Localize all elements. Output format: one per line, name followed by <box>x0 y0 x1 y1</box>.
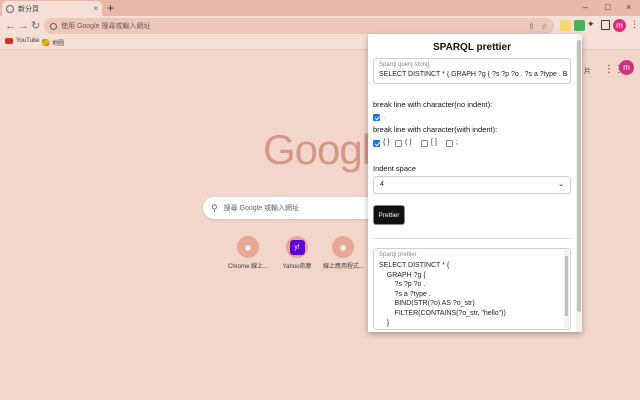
output-text[interactable]: SELECT DISTINCT * { GRAPH ?g { ?s ?p ?o … <box>379 261 506 328</box>
tab-close-icon[interactable]: × <box>93 4 98 13</box>
query-input-field[interactable]: Sparql query string SELECT DISTINCT * { … <box>373 58 571 84</box>
output-line: BIND(STR(?o) AS ?o_str) <box>379 300 475 308</box>
divider <box>373 238 571 239</box>
checkbox-period-label: . <box>383 113 385 120</box>
output-line: SELECT DISTINCT * { <box>379 262 450 269</box>
reload-icon[interactable]: ↻ <box>31 19 40 33</box>
output-label: Sparql prettier <box>379 252 417 258</box>
checkbox-braces-label: { } <box>383 139 390 146</box>
indent-space-select[interactable]: 4 ⌄ <box>373 176 571 194</box>
back-icon[interactable]: ← <box>5 19 16 33</box>
shortcut-web-apps[interactable]: ◉ 線上應用程式... <box>323 236 365 270</box>
break-noindent-label: break line with character(no indent): <box>373 100 493 109</box>
break-indent-label: break line with character(with indent): <box>373 125 498 134</box>
shortcut-label: Yahoo奇摩 <box>282 264 312 270</box>
extensions-puzzle-icon[interactable]: ✦ <box>587 19 595 30</box>
bookmark-youtube[interactable]: YouTube <box>5 38 40 44</box>
ntp-search-placeholder: 搜尋 Google 或輸入網址 <box>223 205 300 212</box>
extension-icon[interactable] <box>560 20 571 31</box>
profile-avatar[interactable]: m <box>613 19 626 32</box>
checkbox-parens[interactable] <box>395 140 402 147</box>
output-field[interactable]: Sparql prettier SELECT DISTINCT * { GRAP… <box>373 248 571 330</box>
chrome-menu-icon[interactable]: ⋮ <box>630 19 639 30</box>
popup-scrollbar[interactable] <box>576 34 582 332</box>
window-close-icon[interactable]: × <box>626 2 631 12</box>
indent-space-value: 4 <box>380 181 384 188</box>
omnibox[interactable]: 使用 Google 搜尋或輸入網址 ⇪ ☆ <box>44 18 554 34</box>
checkbox-parens-label: ( ) <box>405 139 412 146</box>
toolbar: ← → ↻ 使用 Google 搜尋或輸入網址 ⇪ ☆ ✦ m ⋮ <box>0 16 640 36</box>
shortcut-yahoo[interactable]: y! Yahoo奇摩 <box>277 236 317 270</box>
shortcut-chrome-store[interactable]: ◉ Chrome 線上... <box>228 236 268 270</box>
bookmark-maps[interactable]: 地圖 <box>42 38 64 47</box>
popup-title: SPARQL prettier <box>433 42 511 53</box>
ntp-images-link[interactable]: 片 <box>584 66 591 76</box>
ntp-avatar[interactable]: m <box>619 60 634 75</box>
share-icon[interactable]: ⇪ <box>528 22 535 31</box>
output-line: ?s a ?type . <box>379 290 431 298</box>
search-icon: ⚲ <box>211 202 218 213</box>
chevron-down-icon: ⌄ <box>558 181 564 188</box>
indent-space-label: Indent space <box>373 164 416 173</box>
ntp-search-box[interactable]: ⚲ 搜尋 Google 或輸入網址 <box>203 197 369 219</box>
sparql-prettier-popup: SPARQL prettier Sparql query string SELE… <box>368 34 582 332</box>
tab-new-tab[interactable]: 新分頁 × <box>2 1 102 16</box>
yahoo-icon: y! <box>286 236 308 258</box>
minimize-icon[interactable]: – <box>583 2 588 12</box>
google-g-icon <box>50 22 57 30</box>
forward-icon[interactable]: → <box>18 19 29 33</box>
maximize-icon[interactable]: □ <box>605 2 610 12</box>
output-scrollbar[interactable] <box>564 250 569 328</box>
output-line: } <box>379 319 390 327</box>
checkbox-braces[interactable] <box>373 140 380 147</box>
youtube-icon <box>5 38 13 44</box>
output-line: ?s ?p ?o . <box>379 281 426 289</box>
checkbox-brackets[interactable] <box>421 140 428 147</box>
query-input-label: Sparql query string <box>379 62 430 68</box>
chrome-store-icon: ◉ <box>237 236 259 258</box>
sparql-extension-icon[interactable] <box>574 20 585 31</box>
popup-scrollbar-thumb[interactable] <box>577 40 581 312</box>
checkbox-brackets-label: [ ] <box>431 139 437 146</box>
shortcut-label: Chrome 線上... <box>228 264 269 270</box>
side-panel-icon[interactable] <box>601 20 610 30</box>
shortcut-label: 線上應用程式... <box>323 264 365 270</box>
prettier-button[interactable]: Prettier <box>373 205 405 225</box>
omnibox-input[interactable]: 使用 Google 搜尋或輸入網址 <box>61 21 528 31</box>
checkbox-semicolon[interactable] <box>446 140 453 147</box>
output-scrollbar-thumb[interactable] <box>565 256 568 316</box>
query-input[interactable]: SELECT DISTINCT * { GRAPH ?g { ?s ?p ?o … <box>379 71 567 78</box>
maps-icon <box>42 39 49 46</box>
web-apps-icon: ◉ <box>332 236 354 258</box>
checkbox-semicolon-label: ; <box>456 139 458 146</box>
bookmark-label: YouTube <box>16 38 40 44</box>
output-line: FILTER(CONTAINS(?o_str, "hello")) <box>379 309 506 317</box>
new-tab-button[interactable]: + <box>107 1 114 15</box>
output-line: GRAPH ?g { <box>379 271 426 279</box>
tab-strip: 新分頁 × + – □ × <box>0 0 640 16</box>
tab-title: 新分頁 <box>18 5 39 13</box>
bookmark-star-icon[interactable]: ☆ <box>541 22 548 31</box>
bookmark-label: 地圖 <box>52 41 65 47</box>
checkbox-period[interactable] <box>373 114 380 121</box>
chrome-icon <box>6 4 14 13</box>
